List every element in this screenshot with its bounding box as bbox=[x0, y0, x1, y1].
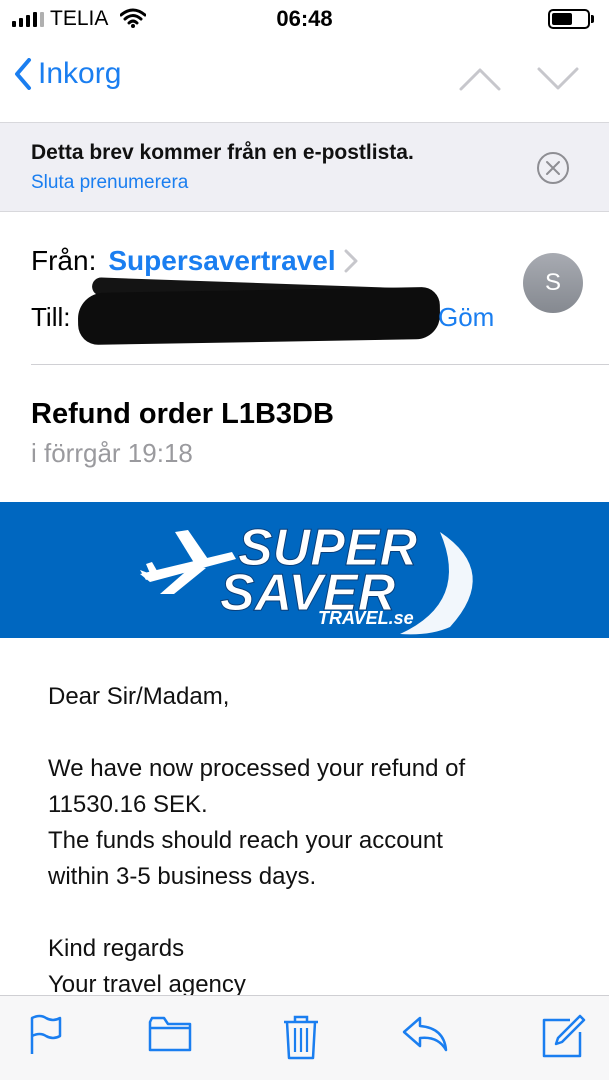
compose-button[interactable] bbox=[540, 1014, 586, 1063]
reply-button[interactable] bbox=[400, 1014, 450, 1059]
battery-icon bbox=[548, 9, 590, 29]
message-date: i förrgår 19:18 bbox=[31, 438, 193, 468]
move-to-folder-button[interactable] bbox=[148, 1014, 192, 1059]
sender-name[interactable]: Supersavertravel bbox=[108, 245, 335, 277]
close-icon bbox=[537, 152, 569, 184]
clock: 06:48 bbox=[276, 6, 333, 31]
message-body: Dear Sir/Madam, We have now processed yo… bbox=[48, 679, 568, 1003]
body-line: 11530.16 SEK. bbox=[48, 791, 208, 818]
status-bar: TELIA 06:48 bbox=[0, 0, 609, 40]
from-row: Från: Supersavertravel bbox=[31, 245, 358, 277]
message-subject: Refund order L1B3DB bbox=[31, 398, 334, 430]
compose-icon bbox=[542, 1014, 586, 1058]
redaction-mark bbox=[77, 286, 441, 346]
flag-button[interactable] bbox=[28, 1014, 64, 1061]
hide-details-link[interactable]: Göm bbox=[438, 302, 494, 333]
supersaver-logo: SUPER SAVER TRAVEL.se bbox=[140, 519, 473, 635]
back-label: Inkorg bbox=[38, 57, 122, 90]
reply-icon bbox=[402, 1016, 448, 1052]
chevron-down-icon bbox=[537, 67, 579, 90]
from-label: Från: bbox=[31, 245, 97, 276]
close-banner-button[interactable] bbox=[536, 151, 570, 190]
supersaver-logo-banner: SUPER SAVER TRAVEL.se bbox=[0, 502, 609, 638]
trash-icon bbox=[284, 1015, 318, 1060]
mailing-list-banner: Detta brev kommer från en e-postlista. S… bbox=[0, 122, 609, 212]
chevron-up-icon bbox=[459, 68, 501, 91]
unsubscribe-link[interactable]: Sluta prenumerera bbox=[31, 172, 188, 194]
back-button[interactable]: Inkorg bbox=[14, 57, 121, 91]
body-line: within 3-5 business days. bbox=[48, 863, 317, 890]
body-line: The funds should reach your account bbox=[48, 827, 443, 854]
delete-button[interactable] bbox=[282, 1014, 320, 1065]
greeting: Dear Sir/Madam, bbox=[48, 683, 230, 710]
chevron-right-icon bbox=[344, 249, 358, 273]
logo-tag: TRAVEL.se bbox=[318, 608, 414, 628]
divider bbox=[31, 364, 609, 365]
banner-title: Detta brev kommer från en e-postlista. bbox=[31, 141, 414, 164]
next-message-button[interactable] bbox=[536, 66, 580, 97]
chevron-left-icon bbox=[15, 58, 31, 90]
avatar[interactable]: S bbox=[523, 253, 583, 313]
bottom-toolbar bbox=[0, 995, 609, 1080]
folder-icon bbox=[148, 1016, 192, 1052]
closing-line: Kind regards bbox=[48, 935, 185, 962]
to-label: Till: bbox=[31, 302, 71, 332]
flag-icon bbox=[30, 1014, 62, 1054]
body-line: We have now processed your refund of bbox=[48, 755, 466, 782]
battery-tip bbox=[591, 15, 594, 23]
previous-message-button[interactable] bbox=[458, 66, 502, 97]
nav-bar: Inkorg bbox=[0, 40, 609, 122]
